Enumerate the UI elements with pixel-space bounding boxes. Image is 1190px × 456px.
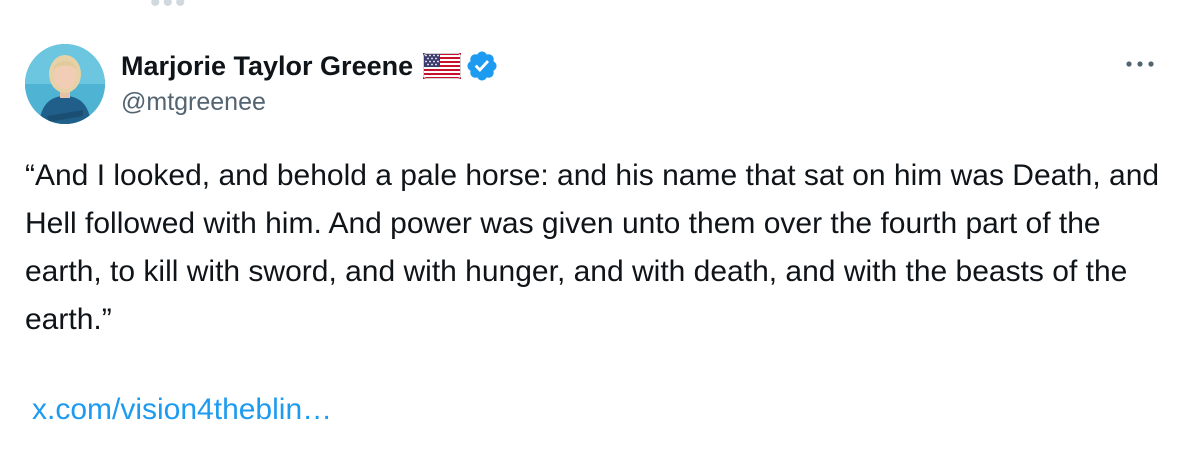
- tweet-card: ••• Marjorie Taylor Greene @mtgreenee “A…: [0, 0, 1190, 456]
- truncated-previous-content: •••: [150, 0, 188, 19]
- author-name-row: Marjorie Taylor Greene: [121, 47, 499, 85]
- avatar-image: [25, 44, 105, 124]
- avatar[interactable]: [25, 44, 105, 124]
- more-options-icon[interactable]: [1122, 50, 1158, 78]
- author-handle[interactable]: @mtgreenee: [121, 88, 266, 117]
- us-flag-icon: [423, 53, 462, 79]
- author-display-name[interactable]: Marjorie Taylor Greene: [121, 51, 413, 82]
- tweet-link[interactable]: x.com/vision4theblin…: [32, 393, 332, 427]
- tweet-text: “And I looked, and behold a pale horse: …: [25, 159, 1160, 336]
- verified-badge-icon[interactable]: [465, 49, 499, 83]
